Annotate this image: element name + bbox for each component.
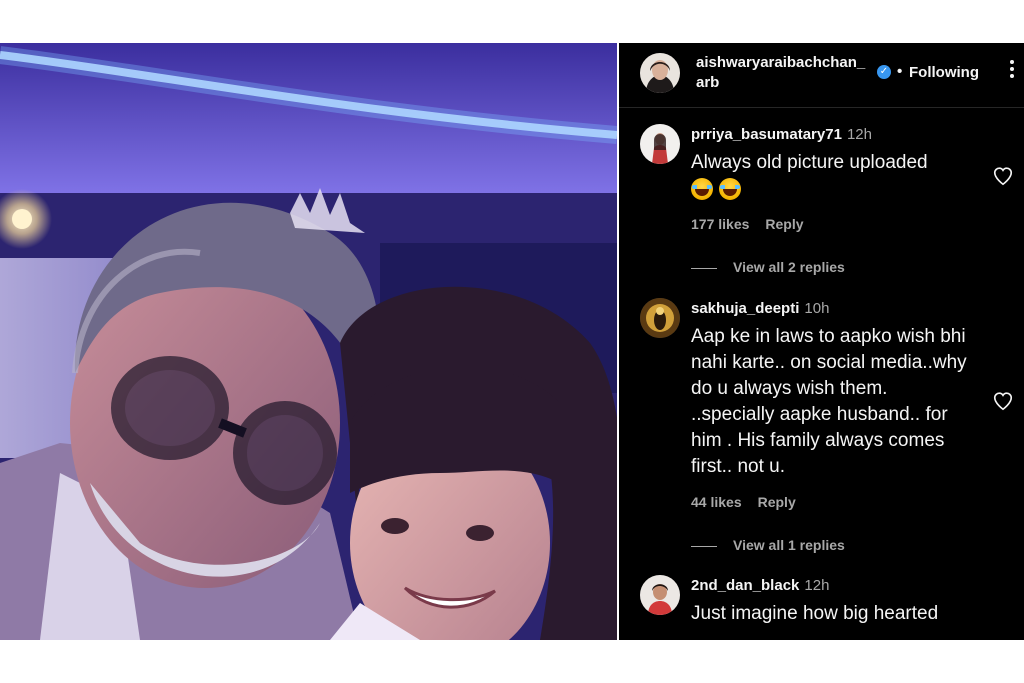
replies-divider-line (691, 267, 717, 269)
view-replies-button[interactable]: View all 2 replies (691, 259, 845, 275)
comment-timestamp: 10h (804, 300, 830, 317)
joy-emoji-icon (691, 177, 713, 200)
author-avatar[interactable] (640, 53, 680, 93)
comment-username-text[interactable]: 2nd_dan_black (691, 577, 799, 594)
like-heart-icon[interactable] (992, 165, 1014, 187)
comment-item: 2nd_dan_black 12h Just imagine how big he… (619, 575, 1024, 640)
comment-username[interactable]: prriya_basumatary71 12h (691, 126, 872, 143)
reply-button[interactable]: Reply (765, 216, 803, 232)
joy-emoji-icon (719, 177, 741, 200)
author-username[interactable]: aishwaryaraibachchan_arb (696, 53, 871, 93)
commenter-avatar[interactable] (640, 124, 680, 164)
like-heart-icon[interactable] (992, 390, 1014, 412)
post-header: aishwaryaraibachchan_arb ✓ • Following (619, 43, 1024, 108)
verified-badge-icon: ✓ (877, 65, 891, 79)
more-options-icon[interactable] (1003, 60, 1021, 78)
author-avatar-image (640, 53, 680, 93)
comment-timestamp: 12h (804, 577, 830, 594)
comment-text: Just imagine how big hearted (691, 603, 939, 624)
comment-meta: 44 likes Reply (691, 494, 796, 510)
comment-username-text[interactable]: sakhuja_deepti (691, 300, 799, 317)
commenter-avatar[interactable] (640, 298, 680, 338)
comment-username[interactable]: sakhuja_deepti 10h (691, 300, 829, 317)
comment-username-text[interactable]: prriya_basumatary71 (691, 126, 842, 143)
comment-meta: 177 likes Reply (691, 216, 804, 232)
following-button[interactable]: Following (909, 64, 979, 81)
view-replies-button[interactable]: View all 1 replies (691, 537, 845, 553)
comment-text: Always old picture uploaded (691, 150, 971, 202)
commenter-avatar[interactable] (640, 575, 680, 615)
comments-panel: aishwaryaraibachchan_arb ✓ • Following p… (619, 43, 1024, 640)
reply-button[interactable]: Reply (758, 494, 796, 510)
comment-text-body: Always old picture uploaded (691, 152, 928, 173)
comment-item: sakhuja_deepti 10h Aap ke in laws to aapk… (619, 298, 1024, 558)
instagram-post-view: aishwaryaraibachchan_arb ✓ • Following p… (0, 43, 1024, 640)
view-replies-label[interactable]: View all 2 replies (733, 259, 845, 275)
post-photo[interactable] (0, 43, 617, 640)
commenter-avatar-image (640, 124, 680, 164)
comment-item: prriya_basumatary71 12h Always old pictur… (619, 124, 1024, 275)
replies-divider-line (691, 545, 717, 547)
comment-likes[interactable]: 44 likes (691, 494, 742, 510)
view-replies-label[interactable]: View all 1 replies (733, 537, 845, 553)
comment-text: Aap ke in laws to aapko wish bhi nahi ka… (691, 326, 967, 477)
comment-likes[interactable]: 177 likes (691, 216, 749, 232)
comment-username[interactable]: 2nd_dan_black 12h (691, 577, 829, 594)
commenter-avatar-image (640, 575, 680, 615)
header-separator: • (897, 63, 903, 80)
comment-timestamp: 12h (846, 126, 872, 143)
post-photo-illustration (0, 43, 617, 640)
commenter-avatar-image (640, 298, 680, 338)
